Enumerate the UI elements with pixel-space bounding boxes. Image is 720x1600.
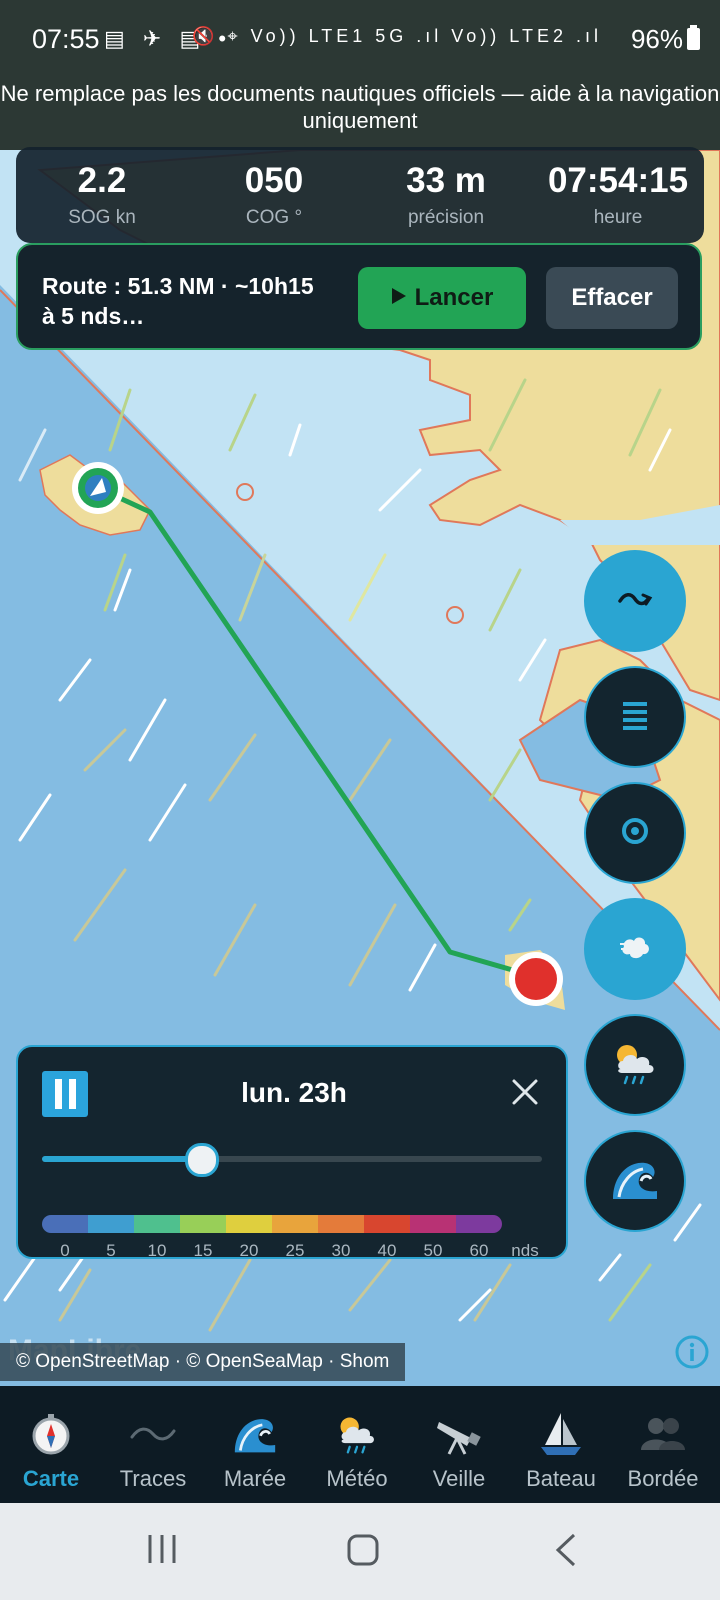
home-button[interactable]: [346, 1533, 380, 1572]
stat-value: 33 m: [406, 161, 486, 200]
rain-cloud-icon: [609, 1039, 661, 1092]
scale-segment: [226, 1215, 272, 1233]
scale-label: 50: [423, 1241, 443, 1260]
disclaimer-banner: Ne remplace pas les documents nautiques …: [0, 78, 720, 150]
stat-sog: 2.2 SOG kn: [16, 161, 188, 229]
destination-marker: [509, 952, 563, 1006]
wave-icon: [204, 1408, 306, 1460]
status-bar: 07:55 ▤ ✈ ▤ • 🔇 ⌖ Vo)) LTE1 5G .ıl Vo)) …: [0, 0, 720, 78]
stat-value: 2.2: [77, 161, 127, 200]
stat-label: SOG kn: [68, 207, 136, 228]
slider-fill: [42, 1156, 202, 1162]
wave-icon: [609, 1155, 661, 1208]
wave-layer-button[interactable]: [584, 1130, 686, 1232]
recent-apps-button[interactable]: [146, 1533, 178, 1570]
scale-label: 40: [377, 1241, 397, 1260]
tab-bordee[interactable]: Bordée: [612, 1408, 714, 1492]
stat-value: 07:54:15: [547, 161, 689, 200]
scale-label: 30: [331, 1241, 351, 1260]
stat-label: COG °: [245, 207, 303, 228]
center-location-button[interactable]: [584, 782, 686, 884]
scale-segment: [88, 1215, 134, 1233]
play-icon: [391, 284, 407, 312]
scale-segment: [272, 1215, 318, 1233]
scale-segment: [410, 1215, 456, 1233]
route-arrow-icon: [617, 589, 653, 614]
route-mode-button[interactable]: [584, 550, 686, 652]
telescope-icon: [408, 1408, 510, 1460]
clear-button[interactable]: Effacer: [546, 267, 678, 329]
compass-icon: [0, 1408, 102, 1460]
scale-label: 20: [239, 1241, 259, 1260]
bottom-tab-bar: Carte Traces Marée Météo Veille Bateau B…: [0, 1386, 720, 1503]
wind-speed-scale: [42, 1215, 502, 1233]
navigation-stats: 2.2 SOG kn 050 COG ° 33 m précision 07:5…: [16, 147, 704, 243]
route-summary: Route : 51.3 NM · ~10h15 à 5 nds…: [42, 273, 314, 329]
wind-layer-button[interactable]: [584, 898, 686, 1000]
map-attribution[interactable]: © OpenStreetMap · © OpenSeaMap · Shom: [0, 1343, 406, 1381]
battery-indicator: 96%: [631, 24, 700, 55]
status-time: 07:55: [32, 24, 100, 54]
tab-label: Traces: [119, 1466, 187, 1491]
tab-bateau[interactable]: Bateau: [510, 1408, 612, 1492]
signal-icons: 🔇 ⌖ Vo)) LTE1 5G .ıl Vo)) LTE2 .ıl: [192, 26, 602, 46]
scale-label: 0: [60, 1241, 70, 1260]
scale-label: 5: [106, 1241, 116, 1260]
tab-label: Veille: [432, 1466, 486, 1491]
stat-cog: 050 COG °: [188, 161, 360, 229]
tab-label: Marée: [223, 1466, 287, 1491]
slider-thumb[interactable]: [185, 1143, 219, 1177]
system-nav-bar: [0, 1503, 720, 1600]
tab-maree[interactable]: Marée: [204, 1408, 306, 1492]
tab-veille[interactable]: Veille: [408, 1408, 510, 1492]
scale-segment: [180, 1215, 226, 1233]
back-button[interactable]: [554, 1533, 578, 1572]
scale-segment: [364, 1215, 410, 1233]
route-panel: Route : 51.3 NM · ~10h15 à 5 nds… Lancer…: [16, 243, 702, 350]
stat-label: heure: [593, 207, 643, 228]
stat-label: précision: [407, 207, 485, 228]
launch-label: Lancer: [414, 284, 494, 311]
tab-carte[interactable]: Carte: [0, 1408, 102, 1492]
target-icon: [620, 816, 650, 851]
layers-button[interactable]: [584, 666, 686, 768]
weather-layer-button[interactable]: [584, 1014, 686, 1116]
stat-value: 050: [244, 161, 304, 200]
sun-rain-icon: [306, 1408, 408, 1460]
close-icon[interactable]: [510, 1077, 540, 1107]
scale-label: 60: [469, 1241, 489, 1260]
tilde-icon: [102, 1408, 204, 1460]
crew-icon: [612, 1408, 714, 1460]
scale-label: 10: [147, 1241, 167, 1260]
tab-label: Bateau: [526, 1466, 596, 1491]
tab-label: Bordée: [627, 1466, 699, 1491]
sailboat-icon: [510, 1408, 612, 1460]
boat-position-marker: [72, 462, 124, 514]
battery-icon: [687, 25, 700, 50]
wind-icon: [618, 933, 652, 966]
time-slider[interactable]: [42, 1143, 542, 1177]
scale-segment: [456, 1215, 502, 1233]
scale-segment: [134, 1215, 180, 1233]
scale-segment: [42, 1215, 88, 1233]
scale-segment: [318, 1215, 364, 1233]
layers-icon: [621, 700, 649, 735]
battery-percent: 96%: [630, 24, 683, 54]
tab-label: Carte: [22, 1466, 80, 1491]
launch-button[interactable]: Lancer: [358, 267, 526, 329]
stat-precision: 33 m précision: [360, 161, 532, 229]
scale-label: 15: [193, 1241, 213, 1260]
tab-label: Météo: [326, 1466, 388, 1491]
timeline-time: lun. 23h: [241, 1077, 347, 1108]
scale-label: nds: [511, 1241, 539, 1260]
tab-traces[interactable]: Traces: [102, 1408, 204, 1492]
timeline-panel: lun. 23h 0 5 10 15 20 25 30 40 50 60 nds: [16, 1045, 568, 1260]
tab-meteo[interactable]: Météo: [306, 1408, 408, 1492]
stat-time: 07:54:15 heure: [532, 161, 704, 229]
scale-label: 25: [285, 1241, 305, 1260]
info-icon[interactable]: [674, 1334, 710, 1375]
